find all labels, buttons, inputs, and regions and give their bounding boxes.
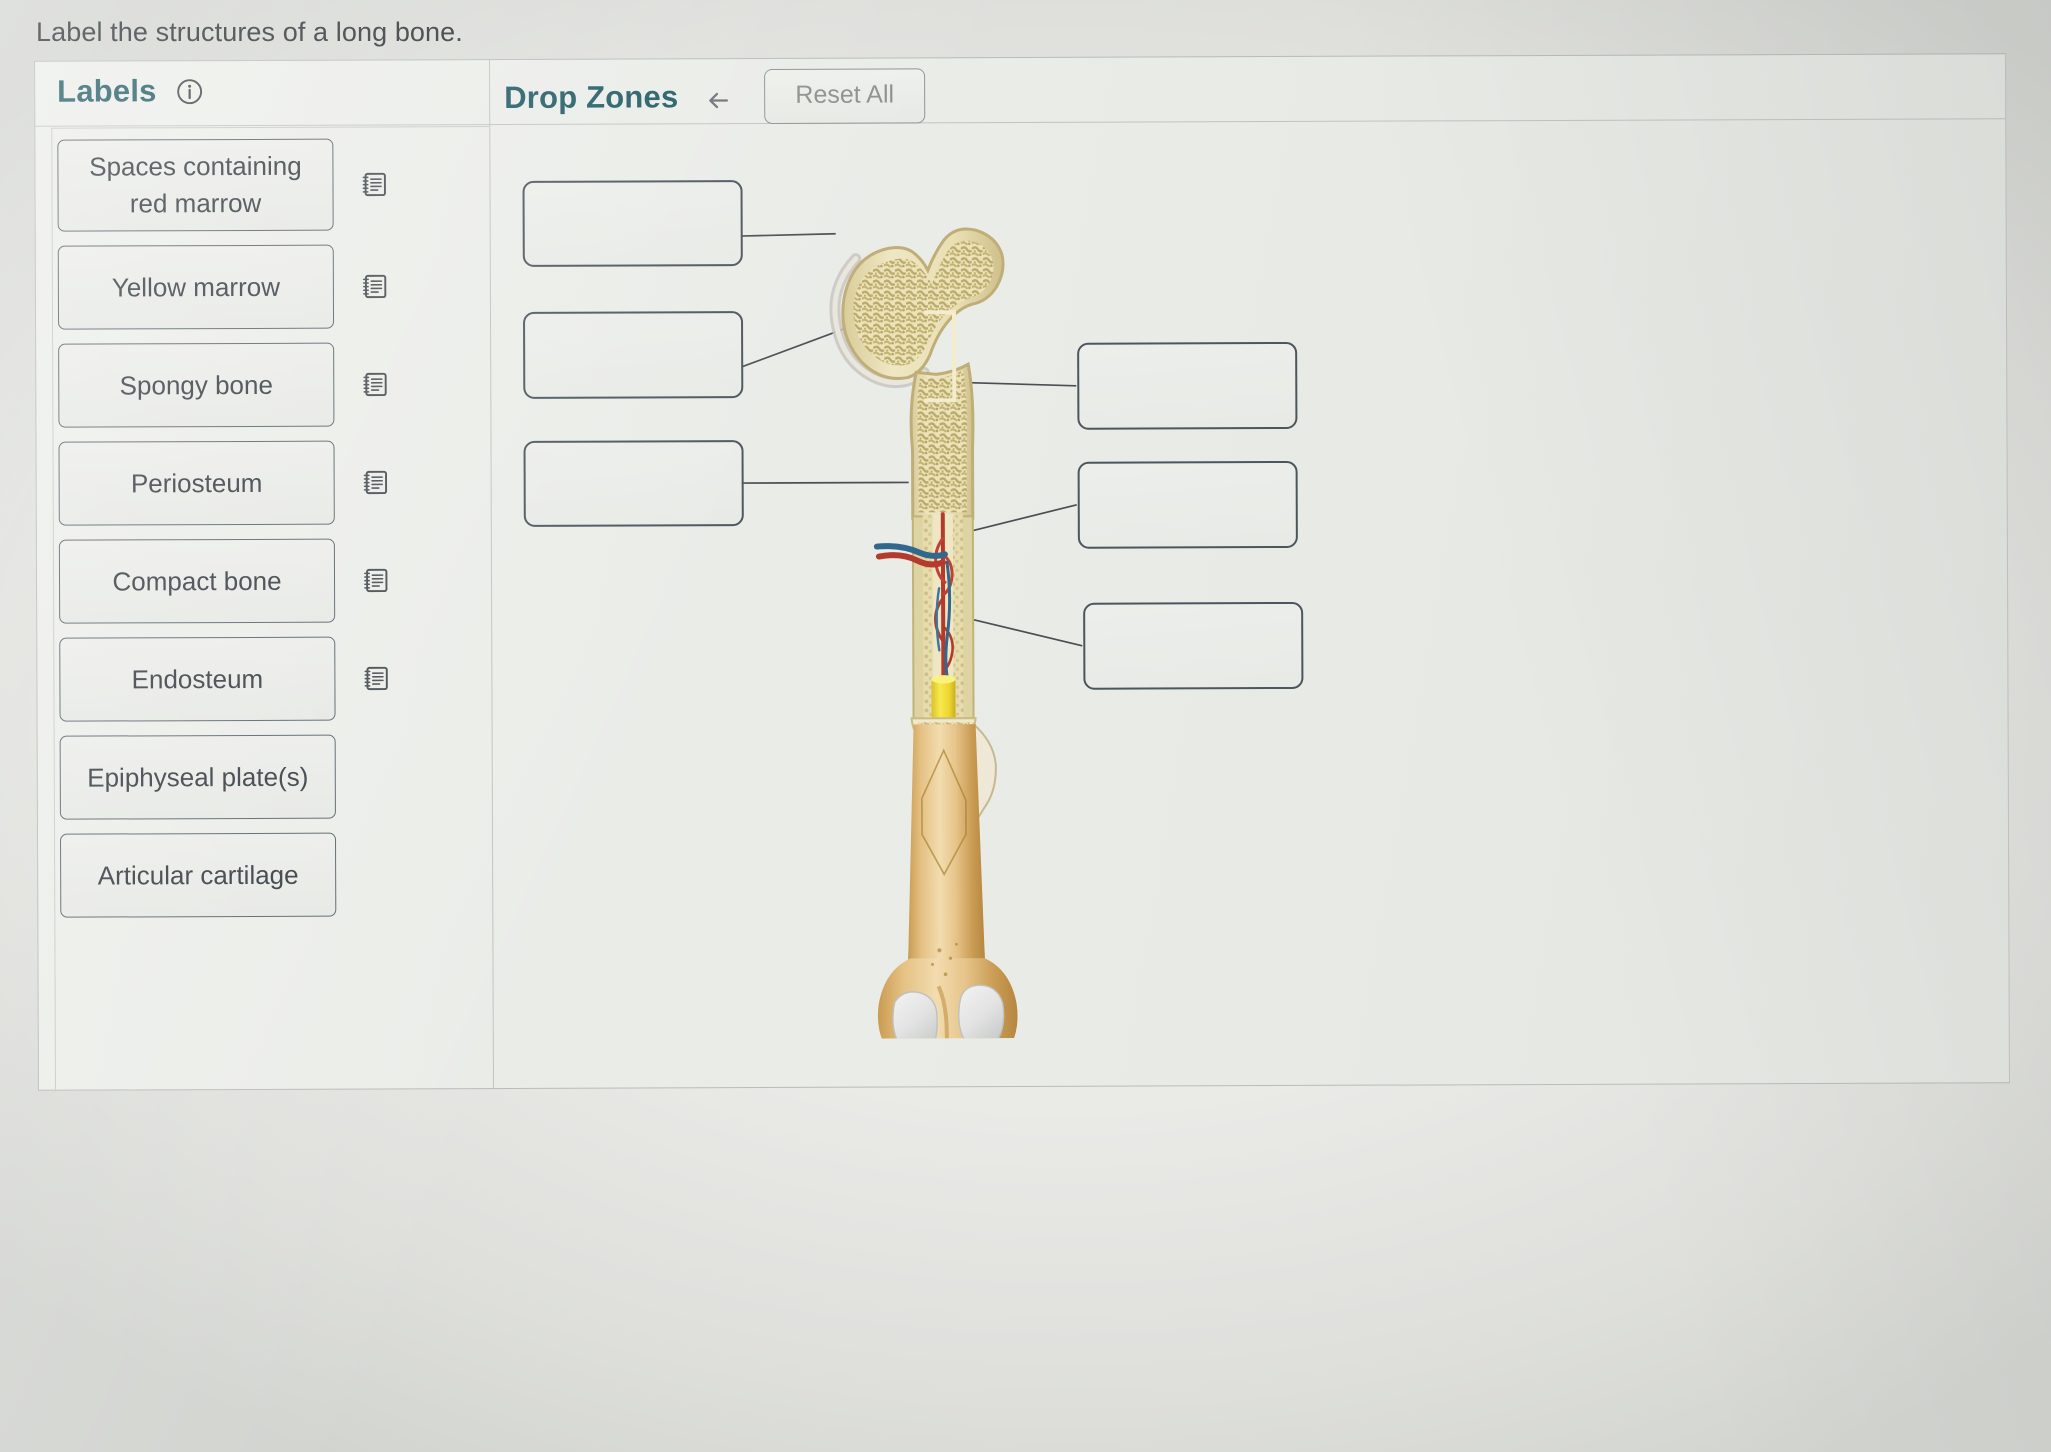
labeling-exercise-card: Labels Drop Zones Reset All Spaces conta…: [34, 53, 2010, 1092]
label-chip-epiphyseal-plates[interactable]: Epiphyseal plate(s): [59, 734, 336, 820]
articular-cartilage-lateral-condyle: [958, 984, 1005, 1052]
label-row: Articular cartilage: [59, 832, 480, 918]
dropzones-panel-title: Drop Zones: [504, 78, 679, 115]
label-chip-compact-bone[interactable]: Compact bone: [58, 538, 336, 624]
articular-cartilage-medial-condyle: [892, 991, 938, 1056]
notes-icon[interactable]: [333, 169, 389, 199]
info-circle-icon[interactable]: [177, 78, 204, 105]
label-chip-yellow-marrow[interactable]: Yellow marrow: [57, 244, 335, 330]
notes-icon[interactable]: [335, 565, 391, 595]
label-chip-spaces-containing-red-marrow[interactable]: Spaces containing red marrow: [57, 138, 334, 232]
label-row: Spongy bone: [58, 342, 478, 428]
label-chip-periosteum[interactable]: Periosteum: [58, 440, 335, 526]
label-chip-spongy-bone[interactable]: Spongy bone: [58, 342, 335, 428]
notes-icon[interactable]: [334, 369, 390, 399]
label-chip-endosteum[interactable]: Endosteum: [59, 636, 336, 722]
label-row: Compact bone: [58, 538, 479, 624]
spongy-bone-metaphysis: [916, 370, 967, 513]
labels-panel-header: Labels: [57, 73, 204, 110]
label-row: Periosteum: [58, 440, 478, 526]
undo-arrow-icon[interactable]: [700, 81, 732, 113]
label-row: Endosteum: [59, 636, 479, 722]
label-row: Yellow marrow: [57, 244, 478, 330]
dropzone-left-2[interactable]: [522, 311, 744, 399]
card-header: Labels Drop Zones Reset All: [35, 54, 2006, 127]
dropzones-panel-header: Drop Zones Reset All: [504, 68, 926, 125]
label-row: Spaces containing red marrow: [57, 138, 477, 232]
dropzone-right-3[interactable]: [1083, 601, 1304, 690]
page-title: Label the structures of a long bone.: [36, 17, 463, 47]
labels-panel-title: Labels: [57, 73, 157, 109]
notes-icon[interactable]: [335, 467, 391, 497]
dropzone-left-1[interactable]: [522, 180, 743, 267]
page-background: Label the structures of a long bone. Lab…: [0, 0, 2051, 1452]
label-row: Epiphyseal plate(s): [59, 734, 480, 820]
notes-icon[interactable]: [335, 663, 391, 693]
labels-list: Spaces containing red marrow Yellow marr…: [57, 138, 480, 932]
notes-icon[interactable]: [334, 271, 390, 301]
labels-panel-rail: [51, 127, 56, 1092]
dropzone-right-2[interactable]: [1077, 460, 1298, 549]
label-chip-articular-cartilage[interactable]: Articular cartilage: [59, 832, 337, 918]
dropzone-left-3[interactable]: [523, 440, 744, 527]
long-bone-diagram: [795, 158, 1058, 1068]
dropzone-right-1[interactable]: [1077, 341, 1298, 430]
panel-divider: [489, 60, 494, 1089]
reset-all-button[interactable]: Reset All: [764, 68, 926, 124]
